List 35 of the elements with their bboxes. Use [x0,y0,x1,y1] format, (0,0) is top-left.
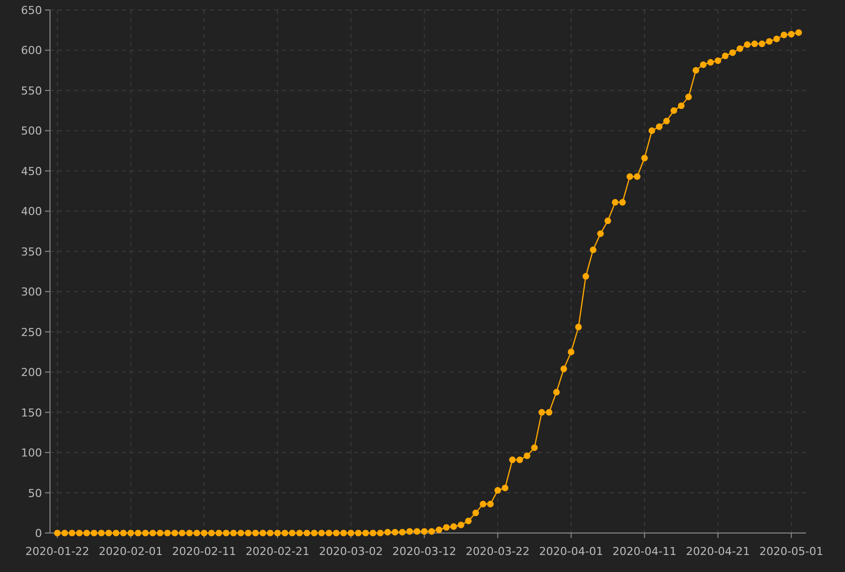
axis-label: 2020-01-22 [25,545,90,558]
data-point [553,388,560,396]
data-point [685,94,692,100]
axis-label: 50 [28,486,42,500]
axis-label: 2020-03-12 [392,545,456,558]
axis-label: 500 [21,124,42,138]
axis-label: 2020-04-21 [686,545,750,558]
data-point [597,230,604,237]
axis-label: 2020-04-11 [612,545,676,558]
axis-label: 300 [21,286,42,299]
axis-label: 450 [21,164,42,178]
data-point [582,273,590,280]
data-point [641,154,648,162]
axis-label: 0 [35,527,42,540]
axis-label: 2020-05-01 [759,545,824,558]
axis-label: 2020-03-02 [318,545,383,558]
axis-label: 200 [21,366,42,380]
axis-label: 650 [21,4,42,17]
data-point [560,366,568,372]
axis-label: 2020-02-11 [172,545,236,558]
data-point [575,324,582,330]
data-point [590,246,596,254]
axis-label: 2020-03-22 [466,545,530,558]
axis-label: 2020-02-21 [246,545,310,558]
axis-label: 2020-04-01 [539,545,604,558]
axis-label: 350 [21,245,42,258]
data-point [604,218,612,224]
axis-label: 2020-02-01 [98,545,163,558]
axis-label: 550 [21,84,42,98]
axis-label: 400 [21,205,42,218]
data-point [568,348,574,356]
axis-label: 100 [21,446,42,460]
axis-label: 250 [21,326,42,339]
axis-label: 150 [21,406,42,420]
axis-label: 600 [21,44,42,58]
